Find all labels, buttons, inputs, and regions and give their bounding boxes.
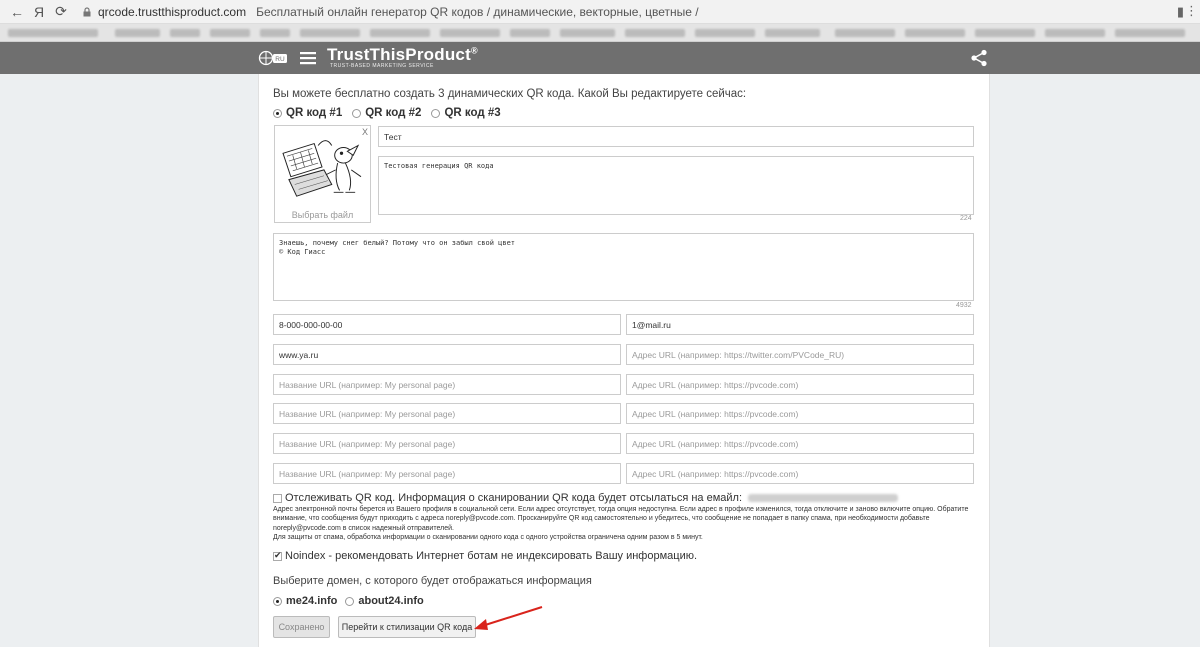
language-globe-icon[interactable]: RU — [258, 48, 288, 68]
description-textarea[interactable]: Тестовая генерация QR кода — [378, 156, 974, 215]
phone-input[interactable]: 8-000-000-00-00 — [273, 314, 621, 335]
bookmark-item[interactable] — [975, 29, 1035, 37]
yandex-button[interactable]: Я — [28, 4, 50, 20]
bookmark-item[interactable] — [695, 29, 755, 37]
bookmark-icon[interactable]: ▮ — [1177, 4, 1184, 20]
url-address-input[interactable]: Адрес URL (например: https://pvcode.com) — [626, 433, 974, 454]
radio-unselected[interactable] — [352, 108, 362, 118]
saved-button[interactable]: Сохранено — [273, 616, 330, 638]
radio-unselected[interactable] — [431, 108, 441, 118]
domain-option-label: about24.info — [358, 595, 424, 607]
bookmark-item[interactable] — [765, 29, 820, 37]
domain-option-about24[interactable]: about24.info — [345, 595, 424, 607]
radio-selected[interactable] — [273, 108, 282, 118]
bookmark-item[interactable] — [560, 29, 615, 37]
qr-tabs: QR код #1 QR код #2 QR код #3 — [273, 107, 511, 119]
bookmark-item[interactable] — [115, 29, 160, 37]
qr-tab-2[interactable]: QR код #2 — [352, 107, 421, 119]
radio-unselected[interactable] — [345, 596, 355, 606]
address-title[interactable]: Бесплатный онлайн генератор QR кодов / д… — [256, 5, 699, 19]
social-url-input[interactable]: Адрес URL (например: https://twitter.com… — [626, 344, 974, 365]
share-icon[interactable] — [970, 49, 988, 67]
reload-button[interactable]: ⟳ — [50, 3, 72, 20]
bookmark-item[interactable] — [905, 29, 965, 37]
domain-option-me24[interactable]: me24.info — [273, 595, 337, 607]
menu-icon[interactable]: ⋮ — [1185, 3, 1198, 19]
brand-name: TrustThisProduct — [327, 45, 471, 64]
noindex-label: Noindex - рекомендовать Интернет ботам н… — [285, 550, 698, 562]
title-input[interactable]: Тест — [378, 126, 974, 147]
bookmark-item[interactable] — [170, 29, 200, 37]
url-address-input[interactable]: Адрес URL (например: https://pvcode.com) — [626, 403, 974, 424]
brand-tagline: TRUST-BASED MARKETING SERVICE — [330, 63, 434, 69]
site-header: RU TrustThisProduct® TRUST-BASED MARKETI… — [0, 42, 1200, 74]
domain-options: me24.info about24.info — [273, 595, 432, 607]
bookmark-item[interactable] — [260, 29, 290, 37]
radio-selected[interactable] — [273, 596, 282, 606]
intro-text: Вы можете бесплатно создать 3 динамическ… — [273, 88, 747, 100]
tracking-checkbox[interactable] — [273, 493, 282, 503]
redacted-email — [748, 494, 899, 502]
bookmark-item[interactable] — [440, 29, 500, 37]
choose-file-button[interactable]: Выбрать файл — [275, 210, 370, 220]
cartoon-image — [282, 140, 362, 197]
browser-toolbar: ← Я ⟳ qrcode.trustthisproduct.com Беспла… — [0, 0, 1200, 24]
message-char-counter: 4932 — [956, 302, 972, 309]
description-char-counter: 224 — [960, 215, 972, 222]
bookmarks-bar — [0, 24, 1200, 42]
url-address-input[interactable]: Адрес URL (например: https://pvcode.com) — [626, 463, 974, 484]
address-domain[interactable]: qrcode.trustthisproduct.com — [98, 5, 246, 19]
qr-tab-1[interactable]: QR код #1 — [273, 107, 342, 119]
hamburger-icon[interactable] — [300, 51, 316, 65]
brand-mark: ® — [470, 45, 478, 56]
editor-panel: Вы можете бесплатно создать 3 динамическ… — [258, 74, 990, 647]
bookmark-item[interactable] — [625, 29, 685, 37]
noindex-checkbox[interactable] — [273, 550, 282, 561]
noindex-option: Noindex - рекомендовать Интернет ботам н… — [273, 550, 697, 562]
url-name-input[interactable]: Название URL (например: My personal page… — [273, 374, 621, 395]
qr-tab-label: QR код #3 — [444, 107, 501, 119]
tracking-label: Отслеживать QR код. Информация о сканиро… — [285, 492, 743, 504]
bookmark-item[interactable] — [835, 29, 895, 37]
tracking-note: Адрес электронной почты берется из Вашег… — [273, 506, 969, 542]
url-name-input[interactable]: Название URL (например: My personal page… — [273, 403, 621, 424]
language-code: RU — [275, 56, 285, 63]
back-button[interactable]: ← — [6, 4, 28, 20]
qr-tab-label: QR код #1 — [286, 107, 343, 119]
message-textarea[interactable]: Знаешь, почему снег белый? Потому что он… — [273, 233, 974, 301]
bookmark-item[interactable] — [210, 29, 250, 37]
bookmark-item[interactable] — [300, 29, 360, 37]
bookmark-item[interactable] — [370, 29, 430, 37]
go-to-styling-button[interactable]: Перейти к стилизации QR кода — [338, 616, 476, 638]
tracking-option: Отслеживать QR код. Информация о сканиро… — [273, 492, 973, 504]
url-name-input[interactable]: Название URL (например: My personal page… — [273, 463, 621, 484]
domain-label: Выберите домен, с которого будет отображ… — [273, 575, 592, 587]
url-name-input[interactable]: Название URL (например: My personal page… — [273, 433, 621, 454]
qr-tab-3[interactable]: QR код #3 — [431, 107, 501, 119]
email-input[interactable]: 1@mail.ru — [626, 314, 974, 335]
brand-logo[interactable]: TrustThisProduct® — [327, 45, 478, 65]
bookmark-item[interactable] — [1115, 29, 1185, 37]
bookmark-item[interactable] — [510, 29, 550, 37]
qr-tab-label: QR код #2 — [365, 107, 422, 119]
website-input[interactable]: www.ya.ru — [273, 344, 621, 365]
annotation-arrow-icon — [474, 606, 543, 630]
image-upload[interactable]: X Выбрать файл — [274, 125, 371, 223]
bookmark-item[interactable] — [1045, 29, 1105, 37]
lock-icon — [83, 6, 91, 16]
bookmark-item[interactable] — [8, 29, 98, 37]
domain-option-label: me24.info — [286, 595, 338, 607]
url-address-input[interactable]: Адрес URL (например: https://pvcode.com) — [626, 374, 974, 395]
